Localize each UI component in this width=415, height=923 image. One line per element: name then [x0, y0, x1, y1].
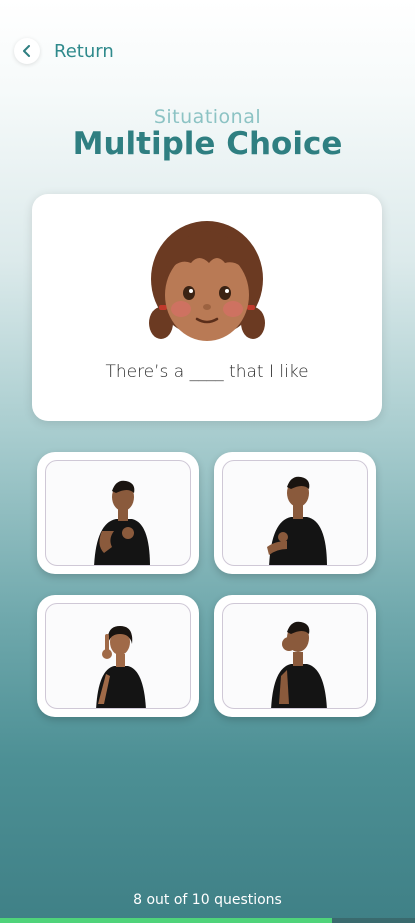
progress-bar — [0, 918, 415, 923]
return-label[interactable]: Return — [54, 41, 114, 62]
progress-bar-fill — [0, 918, 332, 923]
person-signing-hand-face-icon — [271, 621, 327, 708]
page-title: Multiple Choice — [72, 126, 343, 162]
page-subtitle: Situational — [153, 106, 262, 128]
person-signing-open-hand-icon — [267, 476, 327, 565]
question-sentence: There’s a ____ that I like — [105, 362, 309, 382]
person-signing-finger-up-icon — [96, 626, 146, 708]
progress-text: 8 out of 10 questions — [133, 892, 282, 908]
sign-image-frame — [45, 460, 191, 566]
sign-option-1[interactable] — [37, 452, 199, 574]
sign-option-3[interactable] — [37, 595, 199, 717]
sign-image-frame — [45, 603, 191, 709]
sign-option-4[interactable] — [214, 595, 376, 717]
sign-image-frame — [222, 603, 368, 709]
person-signing-fist-chest-icon — [94, 480, 150, 565]
return-button[interactable]: Return — [14, 38, 114, 64]
chevron-left-icon[interactable] — [14, 38, 40, 64]
girl-face-icon — [147, 219, 267, 349]
question-card: There’s a ____ that I like — [32, 194, 382, 421]
sign-image-frame — [222, 460, 368, 566]
sign-option-2[interactable] — [214, 452, 376, 574]
